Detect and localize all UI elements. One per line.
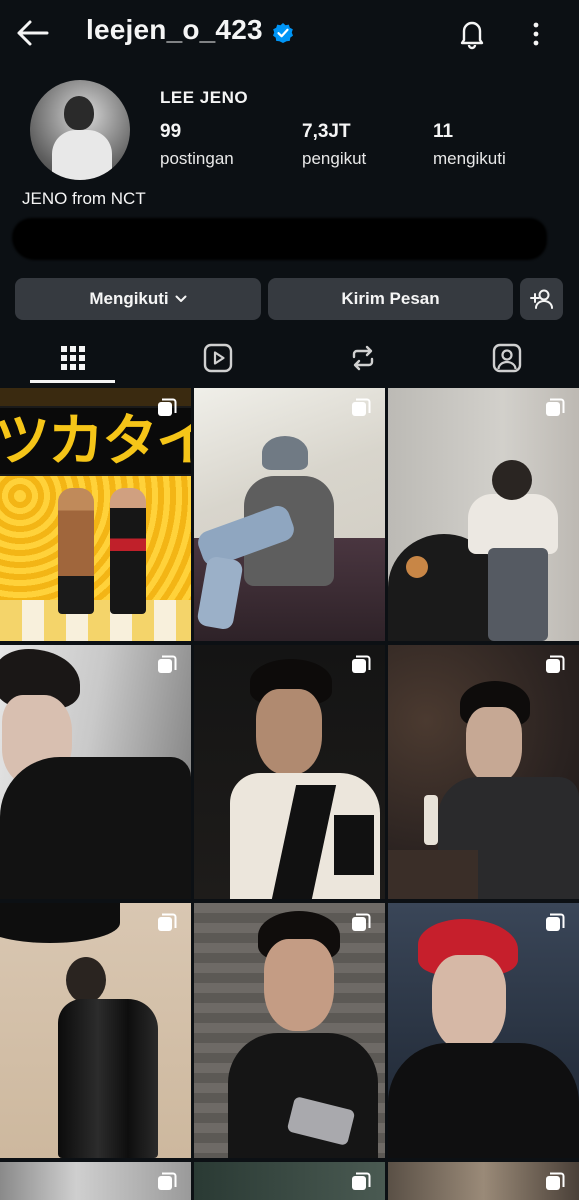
carousel-icon <box>352 913 371 931</box>
message-button-label: Kirim Pesan <box>341 289 440 308</box>
active-tab-indicator <box>30 380 115 383</box>
person-head <box>492 460 532 500</box>
followers-count: 7,3JT <box>302 121 351 142</box>
redaction-scribble <box>12 218 547 260</box>
profile-bio: JENO from NCT <box>22 189 146 208</box>
face <box>466 707 522 783</box>
posts-label: postingan <box>160 149 234 168</box>
jacket-black-patch <box>334 815 374 875</box>
carousel-icon <box>158 655 177 673</box>
leather-coat <box>58 999 158 1158</box>
post-tile[interactable] <box>0 903 191 1158</box>
carousel-icon <box>158 913 177 931</box>
jar <box>406 556 428 578</box>
more-vertical-icon[interactable] <box>524 18 548 50</box>
tab-grid[interactable] <box>30 333 115 383</box>
carousel-icon <box>546 655 565 673</box>
post-tile[interactable] <box>388 645 579 899</box>
tab-tagged[interactable] <box>464 333 549 383</box>
umbrella <box>0 903 120 943</box>
avatar[interactable] <box>30 80 130 180</box>
checkered-floor <box>0 600 191 641</box>
posts-stat[interactable]: 99 postingan <box>160 121 234 169</box>
reels-icon <box>203 343 232 373</box>
trousers <box>488 548 548 641</box>
face <box>264 939 334 1031</box>
carousel-icon <box>158 1172 177 1190</box>
message-button[interactable]: Kirim Pesan <box>268 278 513 320</box>
carousel-icon <box>546 398 565 416</box>
black-top <box>0 757 191 899</box>
post-tile[interactable] <box>194 645 385 899</box>
profile-username: leejen_o_423 <box>86 14 263 45</box>
following-stat[interactable]: 11 mengikuti <box>433 121 506 169</box>
following-label: mengikuti <box>433 149 506 168</box>
carousel-icon <box>352 398 371 416</box>
avatar-head <box>64 96 94 130</box>
bell-icon[interactable] <box>455 16 489 50</box>
following-button[interactable]: Mengikuti <box>15 278 261 320</box>
tab-reposts[interactable] <box>320 333 405 383</box>
followers-stat[interactable]: 7,3JT pengikut <box>302 121 366 169</box>
person-shirt <box>468 494 558 554</box>
post-tile[interactable] <box>194 903 385 1158</box>
post-tile[interactable]: ツカタイ <box>0 388 191 641</box>
repost-icon <box>352 345 373 371</box>
face <box>432 955 506 1051</box>
post-tile[interactable] <box>194 388 385 641</box>
post-tile[interactable] <box>388 388 579 641</box>
suggest-user-button[interactable] <box>520 278 563 320</box>
tab-reels[interactable] <box>175 333 260 383</box>
verified-badge-icon <box>273 23 293 43</box>
carousel-icon <box>352 655 371 673</box>
black-vest <box>228 1033 378 1158</box>
table-top <box>388 850 478 899</box>
profile-tabs <box>0 333 579 383</box>
cap <box>262 436 308 470</box>
figure-left <box>58 488 94 614</box>
top-bar: leejen_o_423 <box>0 0 579 66</box>
carousel-icon <box>352 1172 371 1190</box>
add-person-icon <box>529 289 553 309</box>
bottle <box>424 795 438 845</box>
followers-label: pengikut <box>302 149 367 168</box>
carousel-icon <box>546 1172 565 1190</box>
head <box>66 957 106 1003</box>
grid-icon <box>60 346 85 370</box>
following-count: 11 <box>433 121 454 142</box>
post-tile[interactable] <box>0 645 191 899</box>
profile-full-name: LEE JENO <box>160 88 249 107</box>
carousel-icon <box>158 398 177 416</box>
poster-background <box>0 476 191 606</box>
face <box>256 689 322 775</box>
tagged-icon <box>492 343 521 373</box>
post-tile[interactable] <box>388 1162 579 1200</box>
post-tile[interactable] <box>0 1162 191 1200</box>
following-button-label: Mengikuti <box>89 289 169 308</box>
carousel-icon <box>546 913 565 931</box>
post-tile[interactable] <box>194 1162 385 1200</box>
figure-right <box>110 488 146 614</box>
post-tile[interactable] <box>388 903 579 1158</box>
chevron-down-icon <box>175 295 187 302</box>
black-tank <box>388 1043 579 1158</box>
back-arrow-icon[interactable] <box>14 18 50 48</box>
avatar-body <box>52 130 112 180</box>
posts-count: 99 <box>160 121 182 142</box>
